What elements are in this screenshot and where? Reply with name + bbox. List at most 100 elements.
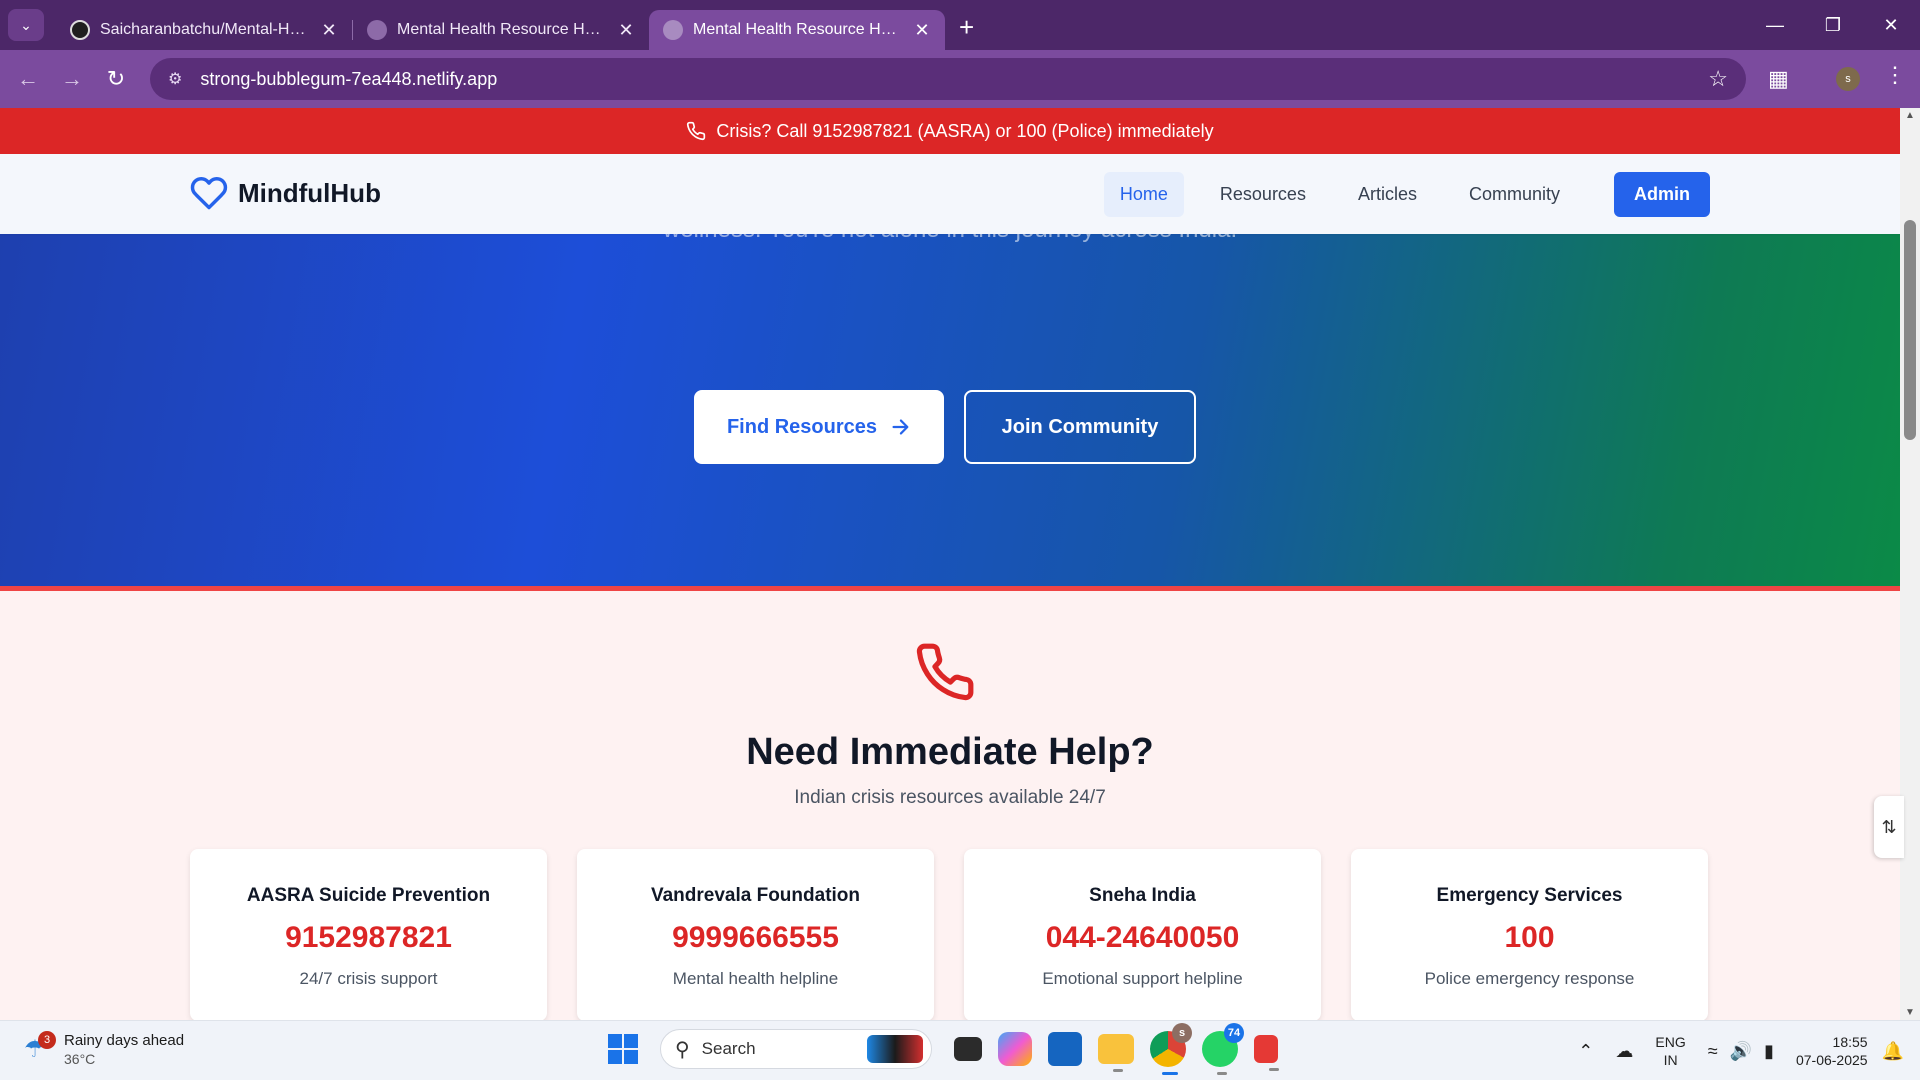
find-resources-button[interactable]: Find Resources xyxy=(694,390,944,464)
arrow-right-icon xyxy=(892,419,909,435)
scrollbar-thumb[interactable] xyxy=(1904,220,1916,440)
wifi-icon[interactable]: ≈ xyxy=(1708,1041,1718,1062)
task-view-icon[interactable] xyxy=(954,1037,982,1061)
profile-avatar[interactable]: s xyxy=(1836,67,1860,91)
tab-resource-hub-active[interactable]: Mental Health Resource Hub - S ✕ xyxy=(649,10,945,50)
notification-bell-icon[interactable]: 🔔 xyxy=(1882,1041,1904,1062)
helpline-cards: AASRA Suicide Prevention 9152987821 24/7… xyxy=(190,849,1710,1020)
address-bar[interactable]: ⚙ strong-bubblegum-7ea448.netlify.app ☆ xyxy=(150,58,1746,100)
page-viewport: Crisis? Call 9152987821 (AASRA) or 100 (… xyxy=(0,108,1900,1020)
help-title: Need Immediate Help? xyxy=(746,731,1154,773)
weather-text: Rainy days ahead 36°C xyxy=(64,1031,184,1069)
close-icon[interactable]: ✕ xyxy=(913,20,931,41)
helpline-number[interactable]: 044-24640050 xyxy=(964,921,1321,955)
volume-icon[interactable]: 🔊 xyxy=(1730,1041,1752,1062)
page-scrollbar[interactable]: ▲ ▼ xyxy=(1900,108,1920,1020)
globe-icon xyxy=(367,20,387,40)
tab-title: Mental Health Resource Hub - S xyxy=(693,21,905,38)
close-window-icon[interactable]: ✕ xyxy=(1862,0,1920,50)
browser-toolbar: ← → ↻ ⚙ strong-bubblegum-7ea448.netlify.… xyxy=(0,50,1920,108)
minimize-icon[interactable]: — xyxy=(1746,0,1804,50)
search-icon: ⚲ xyxy=(675,1038,690,1061)
helpline-number[interactable]: 100 xyxy=(1351,921,1708,955)
battery-icon[interactable]: ▮ xyxy=(1764,1041,1774,1062)
weather-title: Rainy days ahead xyxy=(64,1032,185,1049)
forward-arrow-icon[interactable]: → xyxy=(50,66,94,92)
helpline-card[interactable]: AASRA Suicide Prevention 9152987821 24/7… xyxy=(190,849,547,1020)
windows-taskbar: ☂ 3 Rainy days ahead 36°C ⚲ Search s 74 xyxy=(0,1020,1920,1080)
hero-actions: Find Resources Join Community xyxy=(0,390,1900,464)
nav-resources[interactable]: Resources xyxy=(1204,172,1322,217)
nav-articles[interactable]: Articles xyxy=(1342,172,1433,217)
helpline-name: Vandrevala Foundation xyxy=(650,885,861,906)
helpline-card[interactable]: Vandrevala Foundation 9999666555 Mental … xyxy=(577,849,934,1020)
side-panel-toggle-icon[interactable]: ⇅ xyxy=(1874,796,1904,858)
helpline-number[interactable]: 9152987821 xyxy=(190,921,547,955)
helpline-name: Emergency Services xyxy=(1436,885,1623,906)
nav-home[interactable]: Home xyxy=(1103,172,1184,217)
heart-icon xyxy=(190,176,228,210)
join-community-button[interactable]: Join Community xyxy=(964,390,1196,464)
windows-start-icon[interactable] xyxy=(608,1034,638,1064)
bookmark-star-icon[interactable]: ☆ xyxy=(1708,66,1728,92)
umbrella-icon: ☂ 3 xyxy=(24,1031,56,1065)
helpline-card[interactable]: Sneha India 044-24640050 Emotional suppo… xyxy=(964,849,1321,1020)
onedrive-cloud-icon[interactable]: ☁ xyxy=(1615,1041,1633,1062)
whatsapp-badge: 74 xyxy=(1224,1023,1244,1043)
window-controls: — ❐ ✕ xyxy=(1746,0,1920,50)
scroll-up-arrow-icon[interactable]: ▲ xyxy=(1905,110,1915,121)
helpline-card[interactable]: Emergency Services 100 Police emergency … xyxy=(1351,849,1708,1020)
browser-tab-strip: ⌄ Saicharanbatchu/Mental-Health ✕ Mental… xyxy=(0,0,1920,50)
site-header: MindfulHub Home Resources Articles Commu… xyxy=(0,154,1900,234)
phone-icon xyxy=(687,121,706,141)
github-icon xyxy=(70,20,90,40)
find-resources-label: Find Resources xyxy=(726,415,878,438)
lang-line-1: ENG xyxy=(1655,1034,1686,1050)
search-highlight-image xyxy=(867,1035,923,1063)
crisis-banner-text: Crisis? Call 9152987821 (AASRA) or 100 (… xyxy=(716,120,1214,141)
reload-icon[interactable]: ↻ xyxy=(94,66,138,92)
helpline-description: 24/7 crisis support xyxy=(299,969,438,988)
weather-widget[interactable]: ☂ 3 Rainy days ahead 36°C xyxy=(24,1031,184,1069)
scroll-down-arrow-icon[interactable]: ▼ xyxy=(1905,1007,1915,1018)
clock[interactable]: 18:55 07-06-2025 xyxy=(1796,1033,1868,1069)
new-tab-plus-icon[interactable]: + xyxy=(959,12,974,43)
tab-github[interactable]: Saicharanbatchu/Mental-Health ✕ xyxy=(56,10,352,50)
file-explorer-icon[interactable] xyxy=(1098,1034,1134,1072)
tab-search-chevron-icon[interactable]: ⌄ xyxy=(8,9,44,41)
close-icon[interactable]: ✕ xyxy=(617,20,635,41)
helpline-description: Emotional support helpline xyxy=(1042,969,1243,988)
hero-section: wellness. You're not alone in this journ… xyxy=(0,234,1900,586)
microsoft-store-icon[interactable] xyxy=(1048,1032,1082,1066)
close-icon[interactable]: ✕ xyxy=(320,20,338,41)
nav-community[interactable]: Community xyxy=(1453,172,1576,217)
lang-line-2: IN xyxy=(1663,1052,1678,1068)
copilot-icon[interactable] xyxy=(998,1032,1032,1066)
restore-icon[interactable]: ❐ xyxy=(1804,0,1862,50)
extensions-puzzle-icon[interactable]: ▦ xyxy=(1768,66,1789,92)
language-indicator[interactable]: ENG IN xyxy=(1655,1033,1685,1069)
app-red-icon[interactable] xyxy=(1254,1035,1279,1071)
taskbar-apps: ⚲ Search s 74 xyxy=(608,1023,1279,1075)
tab-resource-hub-1[interactable]: Mental Health Resource Hub - S ✕ xyxy=(353,10,649,50)
phone-icon xyxy=(916,643,974,701)
help-subtitle: Indian crisis resources available 24/7 xyxy=(794,787,1106,808)
menu-kebab-icon[interactable]: ⋮ xyxy=(1884,62,1906,88)
clock-time: 18:55 xyxy=(1832,1034,1868,1050)
search-placeholder: Search xyxy=(701,1039,756,1058)
hero-subtitle: wellness. You're not alone in this journ… xyxy=(0,234,1900,244)
immediate-help-section: Need Immediate Help? Indian crisis resou… xyxy=(0,591,1900,1020)
taskbar-search[interactable]: ⚲ Search xyxy=(660,1029,932,1069)
site-info-icon[interactable]: ⚙ xyxy=(168,69,182,89)
crisis-banner: Crisis? Call 9152987821 (AASRA) or 100 (… xyxy=(0,108,1900,154)
back-arrow-icon[interactable]: ← xyxy=(6,66,50,92)
helpline-name: AASRA Suicide Prevention xyxy=(246,885,491,906)
admin-button[interactable]: Admin xyxy=(1614,172,1710,217)
helpline-number[interactable]: 9999666555 xyxy=(577,921,934,955)
chevron-up-icon[interactable]: ⌃ xyxy=(1578,1041,1593,1062)
whatsapp-icon[interactable]: 74 xyxy=(1202,1023,1244,1075)
chrome-icon[interactable]: s xyxy=(1150,1023,1192,1075)
system-tray: ⌃ ☁ ENG IN ≈ 🔊 ▮ 18:55 07-06-2025 🔔 xyxy=(1578,1021,1920,1080)
brand-logo[interactable]: MindfulHub xyxy=(190,174,381,212)
helpline-description: Police emergency response xyxy=(1424,969,1635,988)
